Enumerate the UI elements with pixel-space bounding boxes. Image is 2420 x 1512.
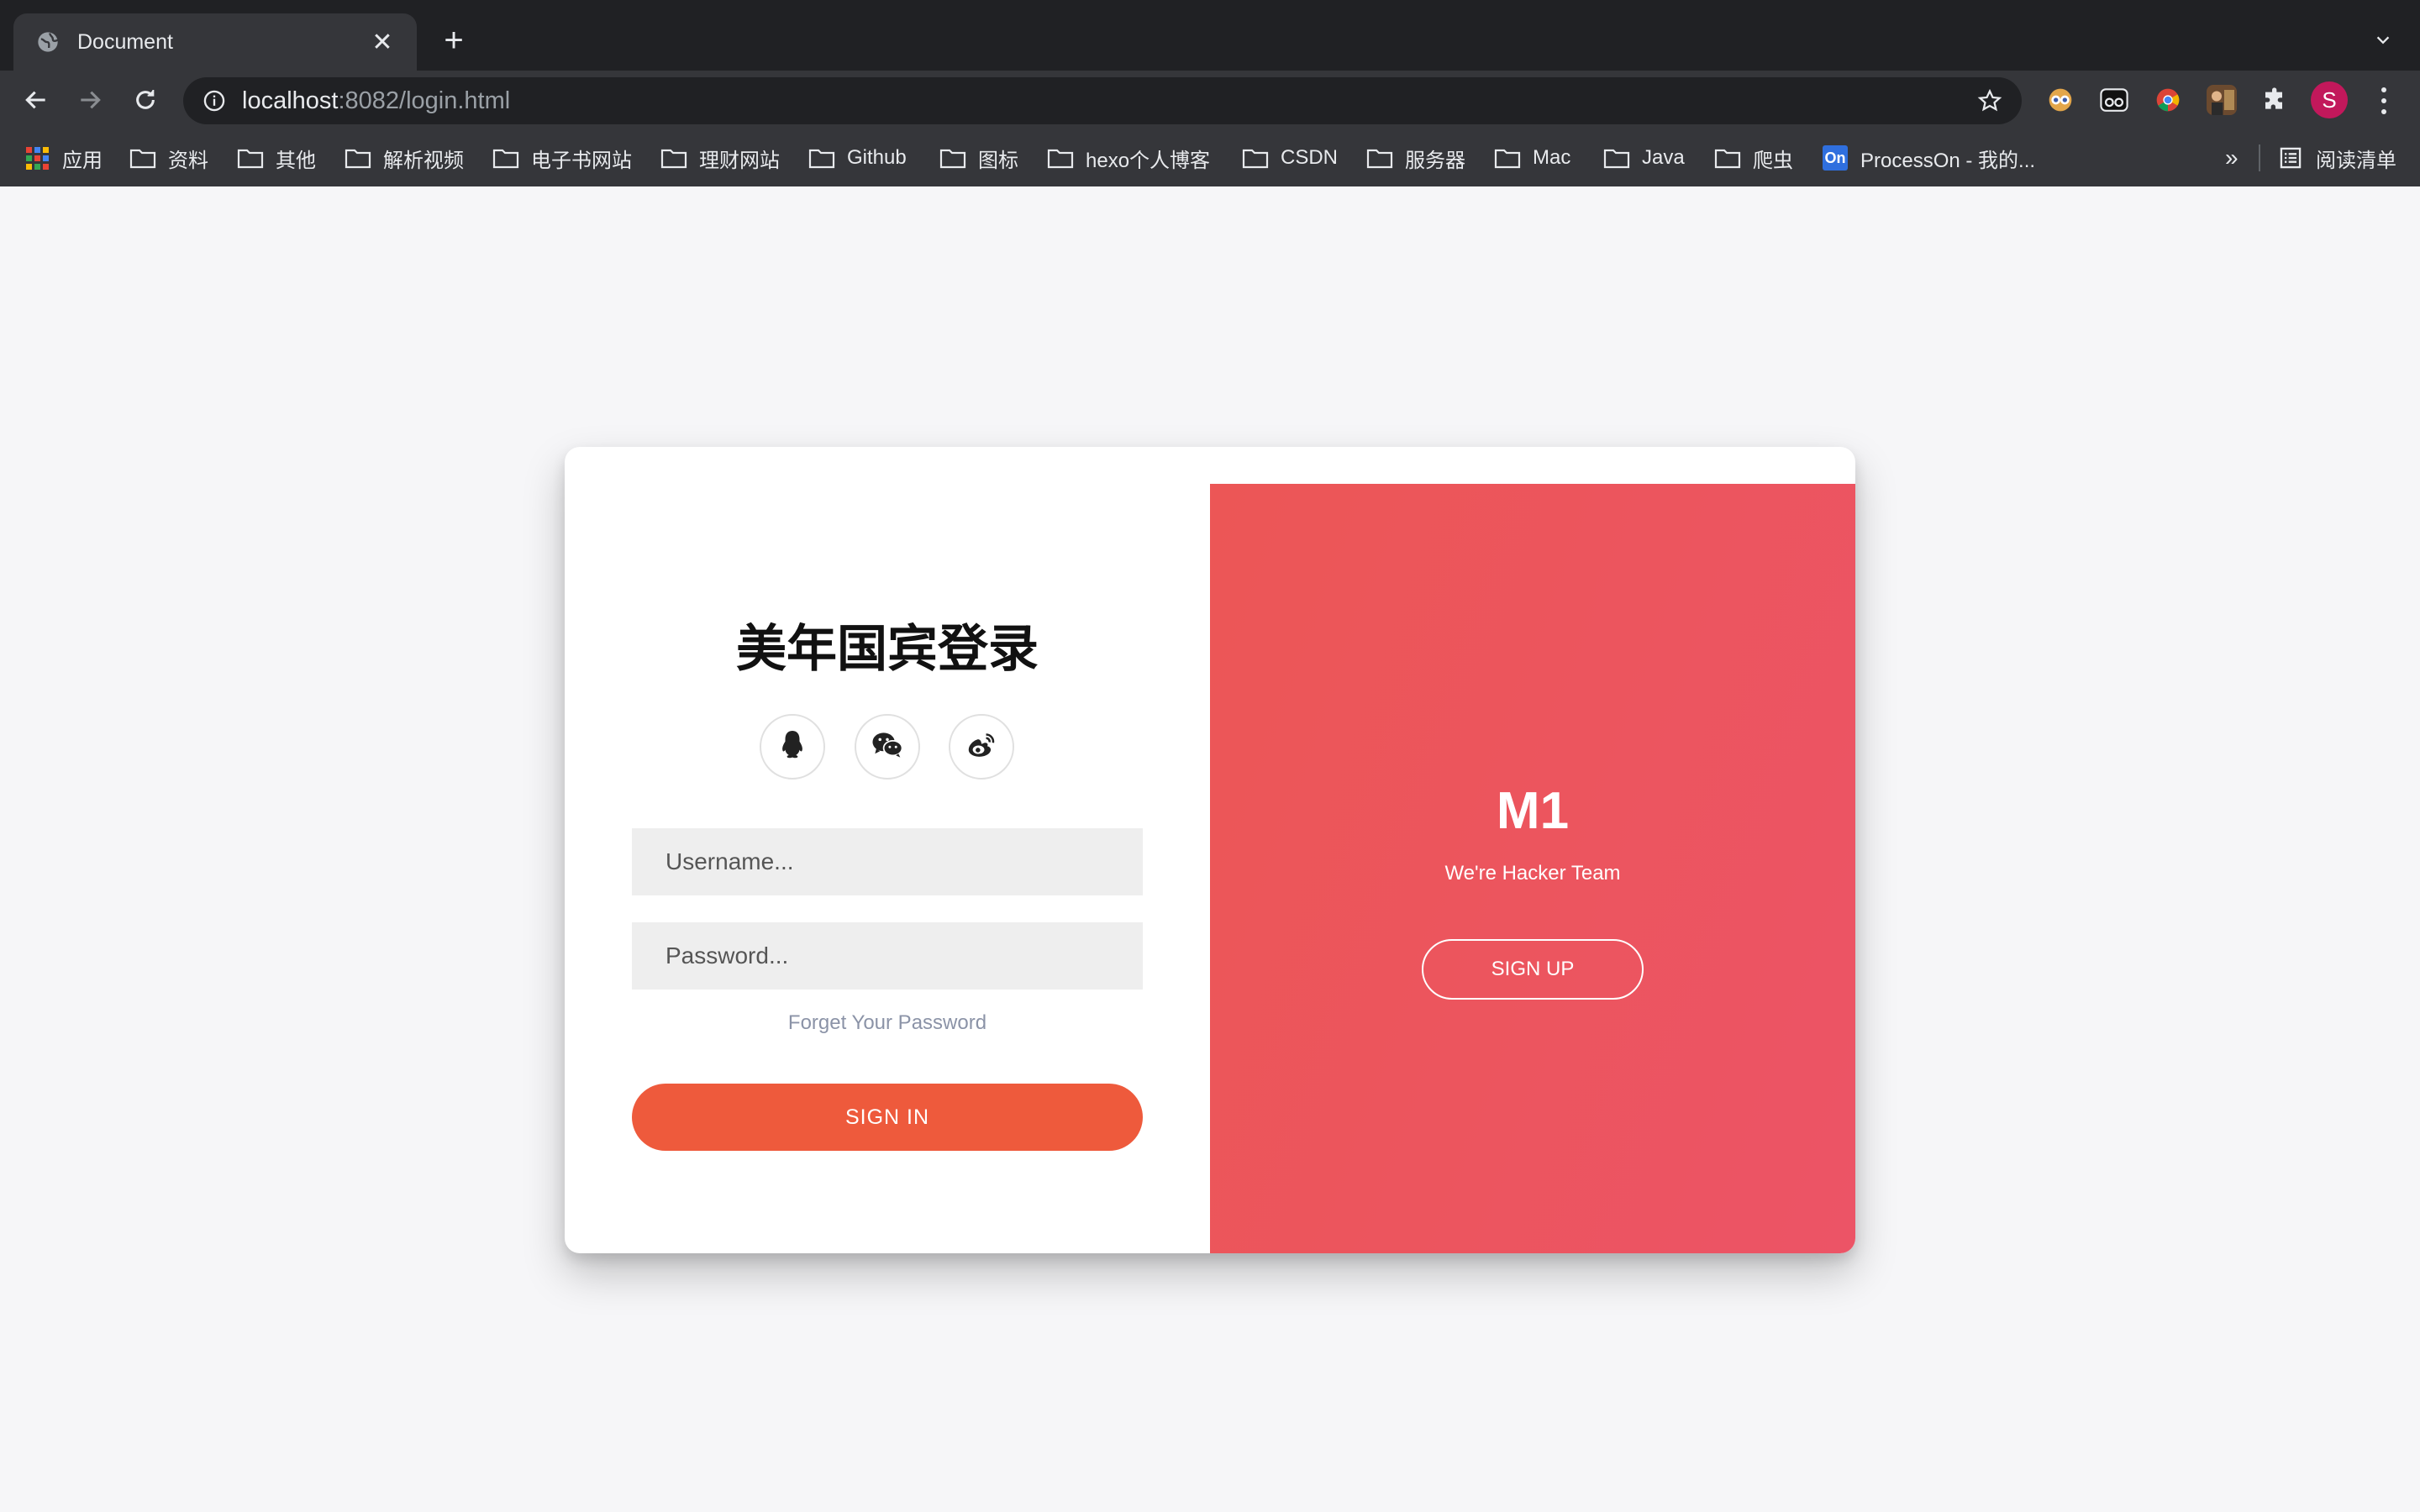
new-tab-button[interactable]: + (437, 24, 471, 57)
username-input[interactable] (632, 828, 1143, 895)
extension-photo-icon[interactable] (2207, 85, 2237, 115)
bookmark-label: 爬虫 (1753, 149, 1793, 172)
reading-list-icon (2277, 147, 2304, 169)
bookmark-folder[interactable]: Mac (1494, 138, 1570, 178)
bookmark-label: 解析视频 (383, 149, 464, 172)
tab-title: Document (77, 29, 173, 54)
folder-icon (345, 147, 371, 169)
brand-tagline: We're Hacker Team (1444, 862, 1621, 885)
folder-icon (1242, 147, 1269, 169)
bookmarks-overflow-button[interactable]: » (2225, 138, 2238, 178)
qq-icon (778, 729, 807, 765)
browser-tab[interactable]: Document ✕ (13, 13, 417, 71)
url-host: localhost (242, 87, 339, 114)
bookmark-folder[interactable]: 解析视频 (345, 138, 464, 178)
folder-icon (808, 147, 835, 169)
folder-icon (1366, 147, 1393, 169)
bookmark-folder[interactable]: 电子书网站 (492, 138, 632, 178)
folder-icon (492, 147, 519, 169)
bookmark-folder[interactable]: 服务器 (1366, 138, 1465, 178)
bookmarks-divider (2259, 144, 2260, 171)
qq-login-button[interactable] (760, 714, 825, 780)
bookmark-label: 服务器 (1405, 149, 1465, 172)
processon-icon: On (1822, 145, 1849, 171)
folder-icon (129, 147, 156, 169)
weibo-icon (966, 732, 997, 763)
profile-avatar[interactable]: S (2311, 81, 2348, 118)
browser-toolbar: localhost:8082/login.html (0, 71, 2420, 129)
sign-in-button[interactable]: SIGN IN (632, 1084, 1143, 1151)
bookmark-folder[interactable]: 资料 (129, 138, 208, 178)
folder-icon (1494, 147, 1521, 169)
bookmark-folder[interactable]: 图标 (939, 138, 1018, 178)
bookmark-label: ProcessOn - 我的... (1860, 149, 2036, 172)
puzzle-icon[interactable] (2260, 85, 2291, 115)
sign-in-panel: 美年国宾登录 Forget Your Password SIGN IN (565, 447, 1210, 1253)
bookmark-label: Java (1642, 146, 1685, 169)
login-card: 美年国宾登录 Forget Your Password SIGN IN M1 W… (565, 447, 1855, 1253)
bookmark-folder[interactable]: CSDN (1242, 138, 1338, 178)
folder-icon (237, 147, 264, 169)
bookmark-star-icon[interactable] (1976, 87, 2003, 114)
forward-icon[interactable] (72, 82, 108, 118)
bookmark-folder[interactable]: Java (1603, 138, 1685, 178)
extension-glasses-icon[interactable] (2099, 85, 2129, 115)
address-bar[interactable]: localhost:8082/login.html (183, 77, 2022, 124)
bookmark-folder[interactable]: 理财网站 (660, 138, 780, 178)
bookmark-label: 图标 (978, 149, 1018, 172)
reload-icon[interactable] (128, 82, 163, 118)
wechat-icon (871, 731, 903, 764)
close-icon[interactable]: ✕ (370, 28, 395, 57)
page-title: 美年国宾登录 (736, 620, 1039, 679)
url-text: localhost:8082/login.html (242, 87, 510, 115)
tab-strip: Document ✕ + (0, 0, 2420, 71)
globe-icon (35, 29, 60, 55)
reading-list-button[interactable]: 阅读清单 (2277, 138, 2396, 178)
forgot-password-link[interactable]: Forget Your Password (565, 1011, 1210, 1035)
bookmark-label: Github (847, 146, 907, 169)
brand-title: M1 (1496, 782, 1570, 840)
folder-icon (1603, 147, 1630, 169)
password-input[interactable] (632, 922, 1143, 990)
reading-list-label: 阅读清单 (2316, 149, 2396, 172)
bookmark-label: Mac (1533, 146, 1571, 169)
bookmark-folder[interactable]: Github (808, 138, 907, 178)
folder-icon (1047, 147, 1074, 169)
more-vert-icon[interactable] (2371, 84, 2396, 118)
wechat-login-button[interactable] (855, 714, 920, 780)
bookmark-folder[interactable]: 爬虫 (1714, 138, 1793, 178)
folder-icon (1714, 147, 1741, 169)
apps-grid-icon (24, 146, 50, 170)
extension-chrome-icon[interactable] (2153, 85, 2183, 115)
bookmark-folder[interactable]: hexo个人博客 (1047, 138, 1210, 178)
bookmark-folder[interactable]: 其他 (237, 138, 316, 178)
processon-badge: On (1823, 145, 1848, 171)
folder-icon (939, 147, 966, 169)
bookmark-label: 电子书网站 (531, 149, 632, 172)
bookmark-label: 应用 (62, 149, 103, 172)
back-icon[interactable] (18, 82, 54, 118)
bookmark-label: 其他 (276, 149, 316, 172)
bookmark-label: 资料 (168, 149, 208, 172)
browser-chrome: Document ✕ + localhost:8082/login.html S… (0, 0, 2420, 186)
bookmark-processon[interactable]: On ProcessOn - 我的... (1822, 138, 2035, 178)
promo-panel: M1 We're Hacker Team SIGN UP (1210, 484, 1855, 1253)
folder-icon (660, 147, 687, 169)
bookmark-label: hexo个人博客 (1086, 149, 1211, 172)
url-path: :8082/login.html (338, 87, 511, 114)
bookmark-label: 理财网站 (699, 149, 780, 172)
sign-up-button[interactable]: SIGN UP (1422, 939, 1644, 1000)
bookmark-apps[interactable]: 应用 (24, 138, 103, 178)
bookmark-label: CSDN (1281, 146, 1339, 169)
chevron-down-icon[interactable] (2368, 25, 2398, 55)
extension-owl-icon[interactable] (2045, 85, 2075, 115)
info-icon[interactable] (202, 88, 227, 113)
bookmarks-bar: 应用 资料 其他 解析视频 电子书网站 理财网站 Github 图标 hexo个… (0, 138, 2420, 178)
weibo-login-button[interactable] (949, 714, 1014, 780)
